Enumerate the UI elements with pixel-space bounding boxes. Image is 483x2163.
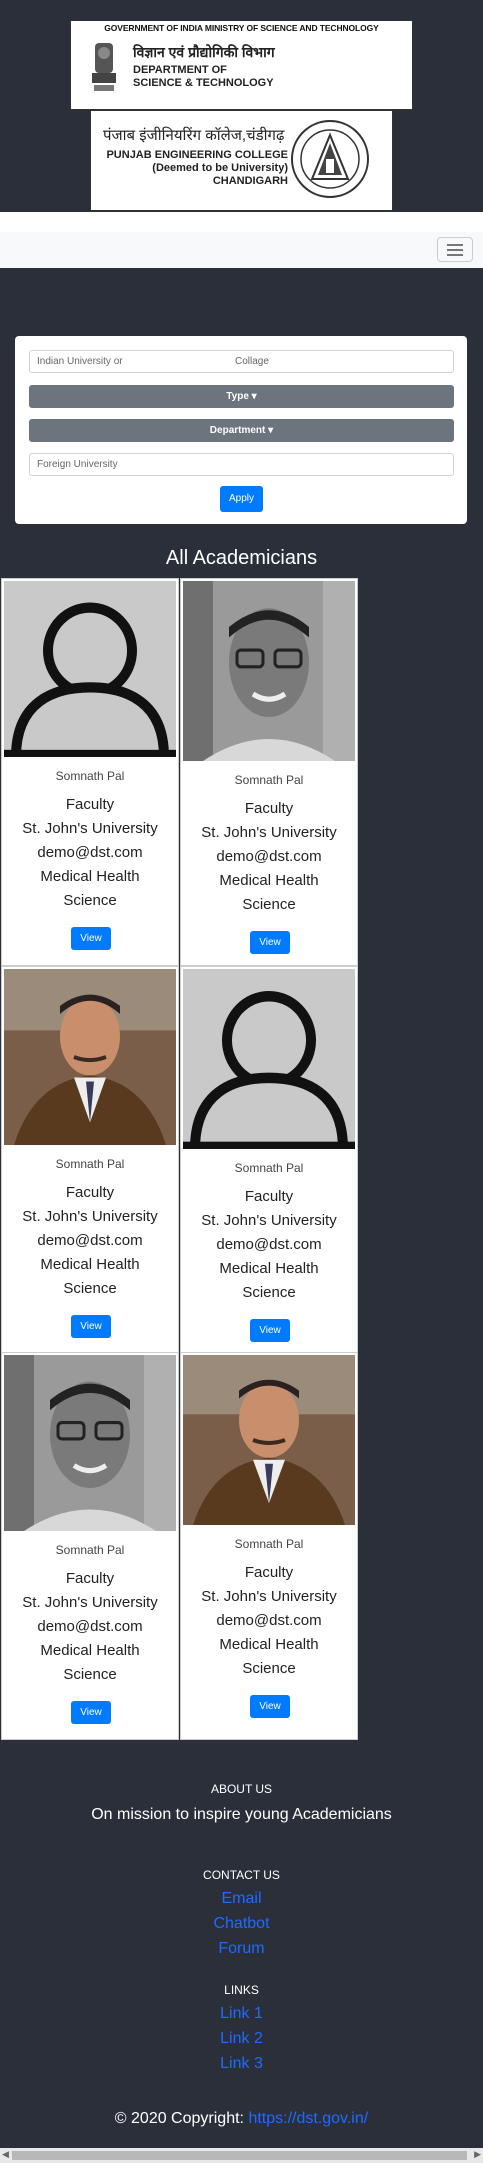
academician-role: Faculty <box>65 1184 115 1201</box>
copyright-link[interactable]: https://dst.gov.in/ <box>248 2110 368 2127</box>
view-button[interactable]: View <box>71 1315 111 1338</box>
academician-name: Somnath Pal <box>234 1537 304 1551</box>
academician-university: St. John's University <box>22 820 158 837</box>
dst-hindi-title: विज्ञान एवं प्रौद्योगिकी विभाग <box>133 44 275 60</box>
academician-role: Faculty <box>244 1564 294 1581</box>
scrollbar-thumb[interactable] <box>12 2151 467 2160</box>
email-link[interactable]: Email <box>0 1890 483 1908</box>
academician-department-line2: Science <box>63 1666 117 1683</box>
academician-card: Somnath Pal Faculty St. John's Universit… <box>180 1352 358 1740</box>
scroll-left-icon[interactable]: ◀ <box>2 2149 9 2160</box>
view-button[interactable]: View <box>250 1695 290 1718</box>
caret-down-icon: ▾ <box>268 425 274 436</box>
navbar <box>0 232 483 268</box>
link-3[interactable]: Link 3 <box>0 2055 483 2073</box>
pec-seal-icon <box>291 120 369 198</box>
academician-email: demo@dst.com <box>216 1236 322 1253</box>
academician-name: Somnath Pal <box>55 769 125 783</box>
view-button[interactable]: View <box>71 927 111 950</box>
about-heading: ABOUT US <box>210 1782 273 1796</box>
academician-department-line2: Science <box>242 896 296 913</box>
view-button[interactable]: View <box>250 1319 290 1342</box>
caret-down-icon: ▾ <box>251 391 257 402</box>
dst-english-title: DEPARTMENT OF SCIENCE & TECHNOLOGY <box>133 64 274 89</box>
chatbot-link[interactable]: Chatbot <box>0 1915 483 1933</box>
academician-name: Somnath Pal <box>234 773 304 787</box>
academician-photo <box>4 1355 176 1531</box>
academician-role: Faculty <box>65 796 115 813</box>
department-dropdown[interactable]: Department ▾ <box>29 419 454 442</box>
academician-university: St. John's University <box>201 824 337 841</box>
section-title: All Academicians <box>165 547 318 569</box>
academician-department: Medical Health <box>219 1260 319 1277</box>
horizontal-scrollbar[interactable]: ◀ ▶ <box>0 2148 483 2163</box>
academician-email: demo@dst.com <box>37 1618 143 1635</box>
foreign-university-input[interactable]: Foreign University <box>29 453 454 476</box>
academician-department-line2: Science <box>242 1284 296 1301</box>
academician-department-line2: Science <box>63 892 117 909</box>
academician-photo <box>183 581 355 761</box>
academician-card: Somnath Pal Faculty St. John's Universit… <box>1 1352 179 1740</box>
academician-department: Medical Health <box>219 872 319 889</box>
pec-english-title: PUNJAB ENGINEERING COLLEGE (Deemed to be… <box>106 149 288 187</box>
apply-button[interactable]: Apply <box>220 486 263 512</box>
view-button[interactable]: View <box>71 1701 111 1724</box>
academician-card: Somnath Pal Faculty St. John's Universit… <box>1 578 179 966</box>
academician-department-line2: Science <box>242 1660 296 1677</box>
academician-photo <box>183 1355 355 1525</box>
academician-university: St. John's University <box>22 1208 158 1225</box>
academician-card: Somnath Pal Faculty St. John's Universit… <box>180 578 358 966</box>
academician-department: Medical Health <box>219 1636 319 1653</box>
forum-link[interactable]: Forum <box>0 1940 483 1958</box>
copyright-text: © 2020 Copyright: <box>114 2110 244 2127</box>
academician-role: Faculty <box>65 1570 115 1587</box>
pec-logo: पंजाब इंजीनियरिंग कॉलेज,चंडीगढ़ PUNJAB E… <box>90 110 393 211</box>
academician-department: Medical Health <box>40 1256 140 1273</box>
academician-role: Faculty <box>244 800 294 817</box>
dst-ministry-line: GOVERNMENT OF INDIA MINISTRY OF SCIENCE … <box>104 23 379 33</box>
academician-department: Medical Health <box>40 868 140 885</box>
academician-photo <box>4 581 176 763</box>
academician-department: Medical Health <box>40 1642 140 1659</box>
university-input[interactable]: Indian University or Collage <box>29 350 454 373</box>
academician-role: Faculty <box>244 1188 294 1205</box>
academician-photo <box>183 969 355 1155</box>
link-1[interactable]: Link 1 <box>0 2005 483 2023</box>
academician-university: St. John's University <box>201 1212 337 1229</box>
academician-university: St. John's University <box>22 1594 158 1611</box>
hamburger-icon <box>447 244 463 246</box>
academician-university: St. John's University <box>201 1588 337 1605</box>
academician-email: demo@dst.com <box>37 1232 143 1249</box>
about-text: On mission to inspire young Academicians <box>91 1806 392 1823</box>
contact-heading: CONTACT US <box>203 1868 280 1882</box>
scroll-right-icon[interactable]: ▶ <box>474 2149 481 2160</box>
view-button[interactable]: View <box>250 931 290 954</box>
link-2[interactable]: Link 2 <box>0 2030 483 2048</box>
copyright: © 2020 Copyright: https://dst.gov.in/ <box>0 2110 483 2128</box>
type-dropdown[interactable]: Type ▾ <box>29 385 454 408</box>
academician-email: demo@dst.com <box>37 844 143 861</box>
academician-department-line2: Science <box>63 1280 117 1297</box>
academician-name: Somnath Pal <box>55 1543 125 1557</box>
dst-logo: GOVERNMENT OF INDIA MINISTRY OF SCIENCE … <box>70 20 413 110</box>
academician-name: Somnath Pal <box>234 1161 304 1175</box>
national-emblem-icon <box>92 43 116 91</box>
academician-card: Somnath Pal Faculty St. John's Universit… <box>1 966 179 1354</box>
pec-hindi-title: पंजाब इंजीनियरिंग कॉलेज,चंडीगढ़ <box>103 127 285 144</box>
filter-panel: Indian University or Collage Type ▾ Depa… <box>15 336 467 524</box>
academician-card: Somnath Pal Faculty St. John's Universit… <box>180 966 358 1354</box>
academician-photo <box>4 969 176 1145</box>
header-divider <box>0 212 483 232</box>
academician-name: Somnath Pal <box>55 1157 125 1171</box>
links-heading: LINKS <box>224 1983 259 1997</box>
menu-toggle-button[interactable] <box>437 237 473 262</box>
academician-email: demo@dst.com <box>216 1612 322 1629</box>
academician-email: demo@dst.com <box>216 848 322 865</box>
